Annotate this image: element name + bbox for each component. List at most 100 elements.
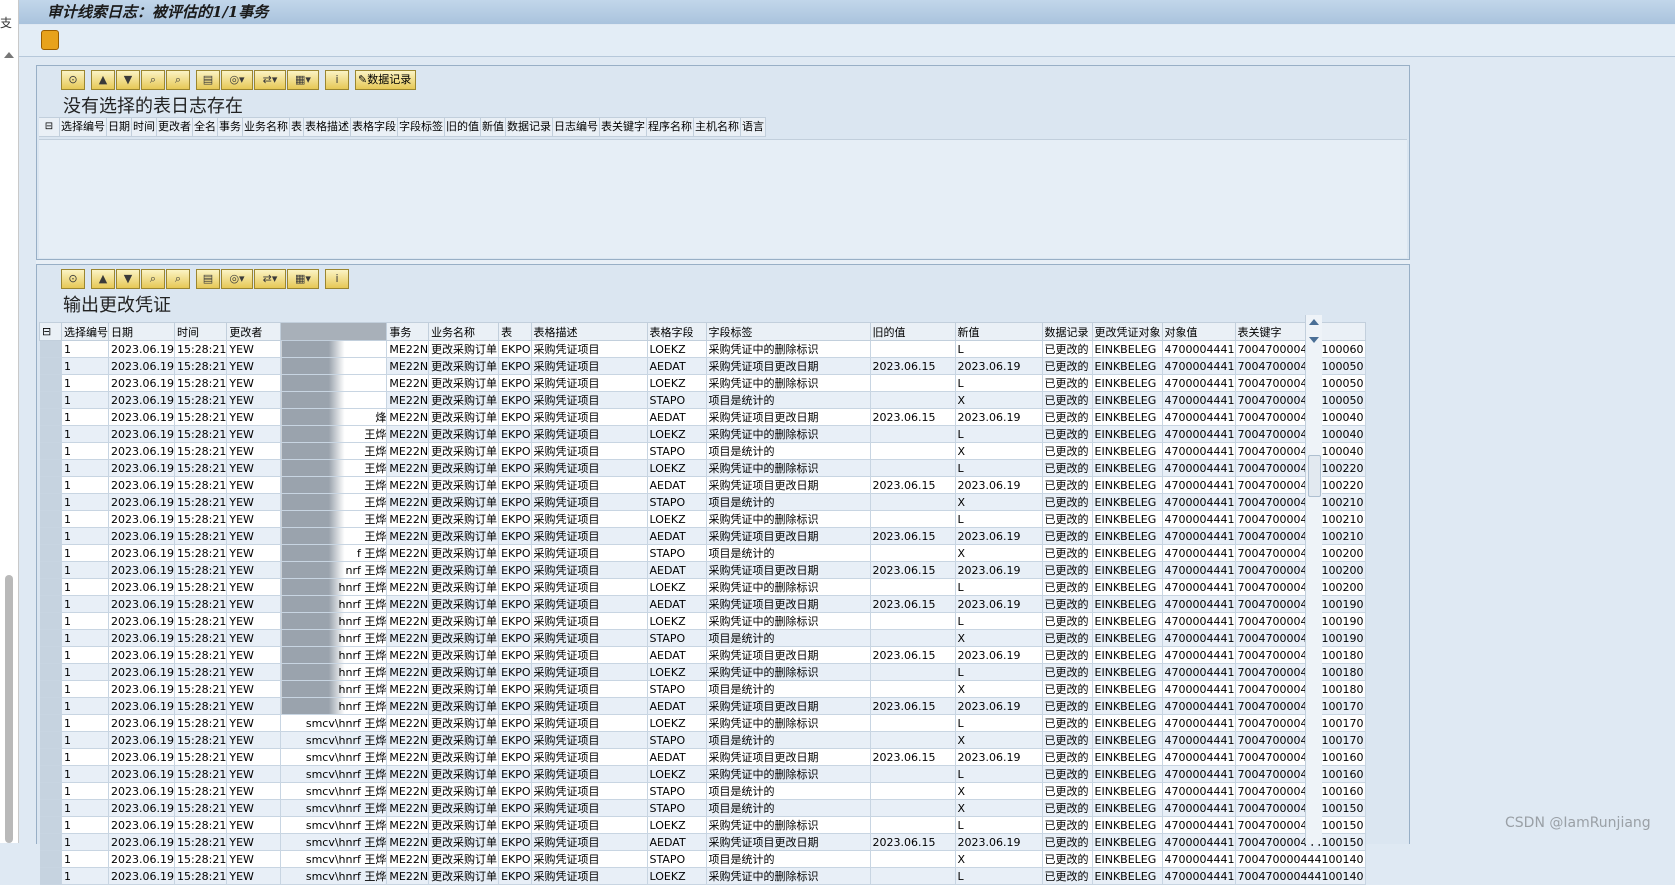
select-layout-icon[interactable]: ⊟: [39, 117, 60, 137]
row-selector[interactable]: [39, 442, 62, 460]
table-row[interactable]: 1 2023.06.19 15:28:21 YEW ME22N 更改采购订单 EKPO 采购凭…: [39, 340, 1366, 358]
row-selector[interactable]: [39, 646, 62, 664]
panel1-column-header[interactable]: 新值: [481, 117, 506, 137]
sort-descending-icon[interactable]: ▼: [116, 70, 140, 90]
sort-descending-icon[interactable]: ▼: [116, 269, 140, 289]
scroll-up-arrow-icon[interactable]: [4, 52, 14, 58]
table-row[interactable]: 1 2023.06.19 15:28:21 YEW smcv\hnrf 王烨 ME22N 更…: [39, 765, 1366, 783]
column-header[interactable]: 事务: [386, 322, 430, 341]
panel1-column-header[interactable]: 全名: [193, 117, 218, 137]
column-header[interactable]: 业务名称: [428, 322, 500, 341]
layout-dropdown-icon[interactable]: ▦▾: [287, 269, 319, 289]
row-selector[interactable]: [39, 697, 62, 715]
table-row[interactable]: 1 2023.06.19 15:28:21 YEW smcv\hnrf 王烨 ME22N 更…: [39, 850, 1366, 868]
row-selector[interactable]: [39, 527, 62, 545]
panel1-column-header[interactable]: 表关键字: [600, 117, 647, 137]
panel1-column-header[interactable]: 旧的值: [445, 117, 481, 137]
panel1-column-header[interactable]: 程序名称: [647, 117, 694, 137]
row-selector[interactable]: [39, 561, 62, 579]
row-selector[interactable]: [39, 595, 62, 613]
column-header[interactable]: 更改者: [226, 322, 282, 341]
panel1-column-header[interactable]: 时间: [132, 117, 157, 137]
table-row[interactable]: 1 2023.06.19 15:28:21 YEW 王烨 ME22N 更改采购订单 EKPO 采…: [39, 510, 1366, 528]
column-header[interactable]: 表格字段: [646, 322, 707, 341]
column-header[interactable]: [280, 322, 388, 341]
table-row[interactable]: 1 2023.06.19 15:28:21 YEW ME22N 更改采购订单 EKPO 采购凭…: [39, 374, 1366, 392]
column-header[interactable]: 时间: [173, 322, 228, 341]
panel1-column-header[interactable]: 表格字段: [351, 117, 398, 137]
column-header[interactable]: 更改凭证对象: [1091, 322, 1163, 341]
table-row[interactable]: 1 2023.06.19 15:28:21 YEW smcv\hnrf 王烨 ME22N 更…: [39, 731, 1366, 749]
row-selector[interactable]: [39, 799, 62, 817]
details-icon[interactable]: ⊙: [61, 70, 85, 90]
table-row[interactable]: 1 2023.06.19 15:28:21 YEW smcv\hnrf 王烨 ME22N 更…: [39, 867, 1366, 885]
table-row[interactable]: 1 2023.06.19 15:28:21 YEW 王烨 ME22N 更改采购订单 EKPO 采…: [39, 459, 1366, 477]
row-selector[interactable]: [39, 476, 62, 494]
row-selector[interactable]: [39, 340, 62, 358]
table-row[interactable]: 1 2023.06.19 15:28:21 YEW 王烨 ME22N 更改采购订单 EKPO 采…: [39, 493, 1366, 511]
column-header[interactable]: 新值: [954, 322, 1043, 341]
table-row[interactable]: 1 2023.06.19 15:28:21 YEW hnrf 王烨 ME22N 更改采购订单…: [39, 646, 1366, 664]
column-header[interactable]: 数据记录: [1041, 322, 1093, 341]
find-icon[interactable]: ⌕: [141, 269, 165, 289]
scroll-thumb[interactable]: [1308, 455, 1321, 497]
table-row[interactable]: 1 2023.06.19 15:28:21 YEW smcv\hnrf 王烨 ME22N 更…: [39, 748, 1366, 766]
panel1-column-header[interactable]: 表格描述: [304, 117, 351, 137]
print-icon[interactable]: ▤: [196, 70, 220, 90]
layout-dropdown-icon[interactable]: ▦▾: [287, 70, 319, 90]
panel1-column-header[interactable]: 日志编号: [553, 117, 600, 137]
sort-ascending-icon[interactable]: ▲: [91, 269, 115, 289]
find-next-icon[interactable]: ⌕: [166, 269, 190, 289]
panel1-column-header[interactable]: 业务名称: [243, 117, 290, 137]
scroll-up-icon[interactable]: [1309, 319, 1319, 325]
export-dropdown-icon[interactable]: ⇄▾: [254, 269, 286, 289]
panel1-column-header[interactable]: 主机名称: [694, 117, 741, 137]
row-selector[interactable]: [39, 391, 62, 409]
view-dropdown-icon[interactable]: ◎▾: [221, 269, 253, 289]
table-row[interactable]: 1 2023.06.19 15:28:21 YEW hnrf 王烨 ME22N 更改采购订单…: [39, 578, 1366, 596]
table-row[interactable]: 1 2023.06.19 15:28:21 YEW ME22N 更改采购订单 EKPO 采购凭…: [39, 391, 1366, 409]
panel1-column-header[interactable]: 选择编号: [60, 117, 107, 137]
data-record-button[interactable]: ✎数据记录: [355, 70, 417, 90]
select-layout-icon[interactable]: ⊟: [39, 322, 62, 341]
row-selector[interactable]: [39, 714, 62, 732]
column-header[interactable]: 表格描述: [530, 322, 648, 341]
row-selector[interactable]: [39, 629, 62, 647]
column-header[interactable]: 对象值: [1161, 322, 1236, 341]
panel1-column-header[interactable]: 字段标签: [398, 117, 445, 137]
column-header[interactable]: 选择编号: [61, 322, 109, 341]
table-row[interactable]: 1 2023.06.19 15:28:21 YEW hnrf 王烨 ME22N 更改采购订单…: [39, 612, 1366, 630]
table-row[interactable]: 1 2023.06.19 15:28:21 YEW hnrf 王烨 ME22N 更改采购订单…: [39, 663, 1366, 681]
row-selector[interactable]: [39, 680, 62, 698]
row-selector[interactable]: [39, 578, 62, 596]
column-header[interactable]: 字段标签: [705, 322, 871, 341]
print-icon[interactable]: ▤: [196, 269, 220, 289]
table-row[interactable]: 1 2023.06.19 15:28:21 YEW 王烨 ME22N 更改采购订单 EKPO 采…: [39, 476, 1366, 494]
column-header[interactable]: 表关键字: [1234, 322, 1366, 341]
column-header[interactable]: 旧的值: [869, 322, 956, 341]
table-row[interactable]: 1 2023.06.19 15:28:21 YEW 王烨 ME22N 更改采购订单 EKPO 采…: [39, 425, 1366, 443]
export-dropdown-icon[interactable]: ⇄▾: [254, 70, 286, 90]
details-icon[interactable]: ⊙: [61, 269, 85, 289]
scroll-down-icon[interactable]: [1309, 337, 1319, 343]
panel1-column-header[interactable]: 日期: [107, 117, 132, 137]
sort-ascending-icon[interactable]: ▲: [91, 70, 115, 90]
panel1-column-header[interactable]: 更改者: [157, 117, 193, 137]
row-selector[interactable]: [39, 408, 62, 426]
row-selector[interactable]: [39, 867, 62, 885]
panel1-column-header[interactable]: 数据记录: [506, 117, 553, 137]
row-selector[interactable]: [39, 816, 62, 834]
table-row[interactable]: 1 2023.06.19 15:28:21 YEW hnrf 王烨 ME22N 更改采购订单…: [39, 680, 1366, 698]
table-row[interactable]: 1 2023.06.19 15:28:21 YEW nrf 王烨 ME22N 更改采购订单 E…: [39, 561, 1366, 579]
panel1-column-header[interactable]: 表: [290, 117, 304, 137]
row-selector[interactable]: [39, 425, 62, 443]
row-selector[interactable]: [39, 731, 62, 749]
row-selector[interactable]: [39, 612, 62, 630]
panel1-column-header[interactable]: 事务: [218, 117, 243, 137]
row-selector[interactable]: [39, 850, 62, 868]
row-selector[interactable]: [39, 510, 62, 528]
panel1-column-header[interactable]: 语言: [741, 117, 766, 137]
column-header[interactable]: 表: [498, 322, 532, 341]
table-row[interactable]: 1 2023.06.19 15:28:21 YEW smcv\hnrf 王烨 ME22N 更…: [39, 782, 1366, 800]
row-selector[interactable]: [39, 357, 62, 375]
